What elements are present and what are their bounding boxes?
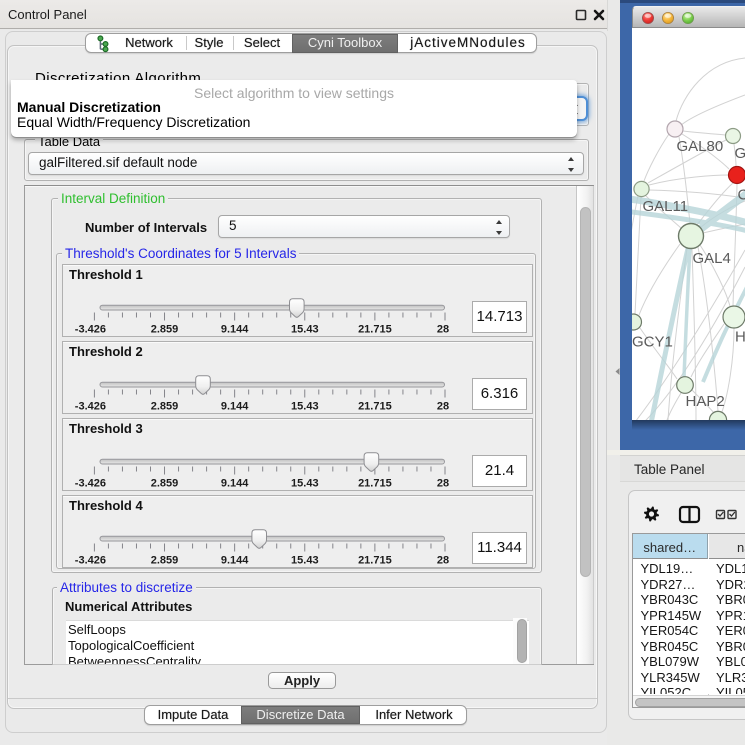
svg-text:15.43: 15.43 — [291, 400, 319, 412]
svg-text:-3.426: -3.426 — [75, 554, 106, 566]
svg-text:15.43: 15.43 — [291, 554, 319, 566]
svg-text:9.144: 9.144 — [221, 400, 249, 412]
svg-text:2.859: 2.859 — [151, 554, 179, 566]
svg-text:GAL80: GAL80 — [677, 138, 724, 155]
svg-text:GAL4: GAL4 — [693, 250, 731, 267]
svg-text:2.859: 2.859 — [151, 323, 179, 335]
svg-text:28: 28 — [437, 323, 449, 335]
svg-text:28: 28 — [437, 477, 449, 489]
svg-text:28: 28 — [437, 400, 449, 412]
svg-text:21.715: 21.715 — [358, 554, 392, 566]
svg-text:2.859: 2.859 — [151, 477, 179, 489]
svg-text:21.715: 21.715 — [358, 400, 392, 412]
svg-text:HIS4: HIS4 — [735, 329, 745, 346]
svg-text:HAP2: HAP2 — [686, 393, 725, 410]
svg-text:15.43: 15.43 — [291, 477, 319, 489]
svg-text:2.859: 2.859 — [151, 400, 179, 412]
svg-text:CD: CD — [738, 187, 745, 204]
svg-text:21.715: 21.715 — [358, 477, 392, 489]
svg-text:21.715: 21.715 — [358, 323, 392, 335]
svg-text:-3.426: -3.426 — [75, 400, 106, 412]
svg-text:9.144: 9.144 — [221, 554, 249, 566]
svg-text:GAL2: GAL2 — [735, 145, 745, 162]
svg-text:15.43: 15.43 — [291, 323, 319, 335]
svg-text:GAL11: GAL11 — [643, 198, 689, 215]
svg-text:-3.426: -3.426 — [75, 323, 106, 335]
svg-text:GCY1: GCY1 — [632, 334, 673, 351]
svg-text:-3.426: -3.426 — [75, 477, 106, 489]
svg-text:9.144: 9.144 — [221, 323, 249, 335]
svg-text:28: 28 — [437, 554, 449, 566]
svg-text:9.144: 9.144 — [221, 477, 249, 489]
